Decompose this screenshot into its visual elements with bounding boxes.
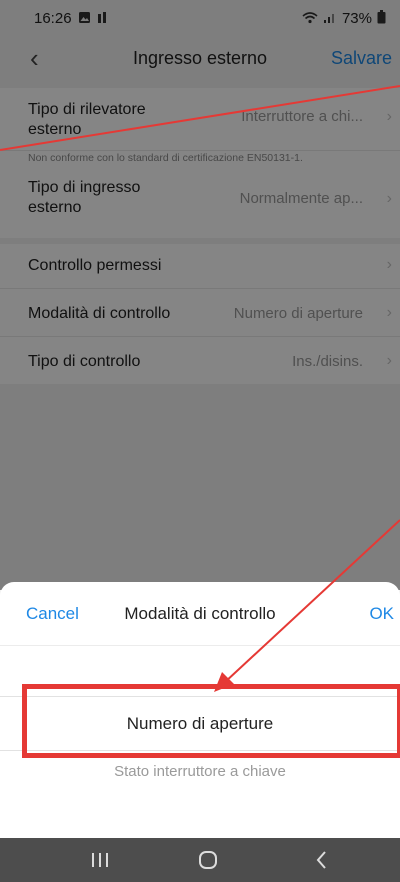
home-icon[interactable] xyxy=(196,838,220,882)
ok-button[interactable]: OK xyxy=(369,604,394,624)
system-navigation-bar xyxy=(0,838,400,882)
back-icon[interactable] xyxy=(310,838,334,882)
sheet-title: Modalità di controllo xyxy=(124,604,276,623)
recent-apps-icon[interactable] xyxy=(88,838,112,882)
sheet-header: Cancel Modalità di controllo OK xyxy=(0,582,400,646)
annotation-highlight-box xyxy=(22,684,400,758)
picker-option[interactable]: Stato interruttore a chiave xyxy=(0,758,400,786)
modal-backdrop[interactable] xyxy=(0,0,400,590)
